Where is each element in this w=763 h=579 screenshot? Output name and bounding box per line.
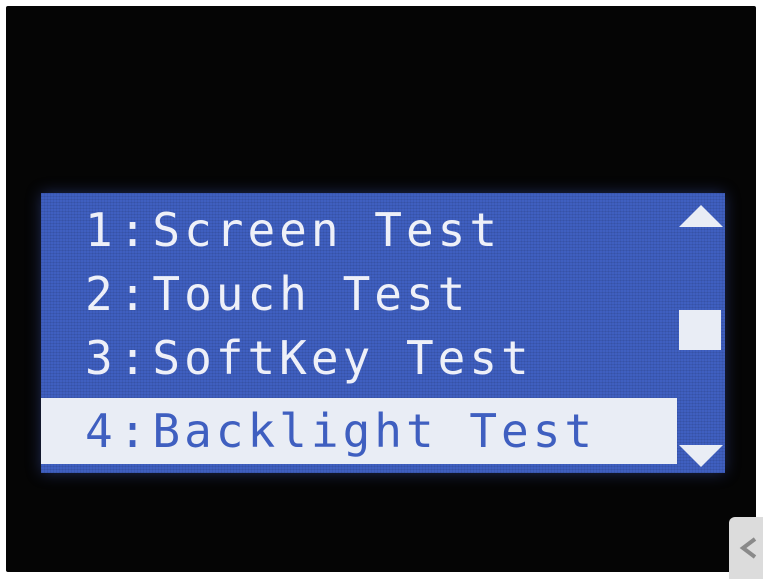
triangle-up-icon [679,205,723,227]
menu-item-screen-test[interactable]: 1: Screen Test [41,198,677,261]
menu-item-separator: : [118,202,151,257]
menu-item-number: 2 [85,266,117,321]
menu-item-softkey-test[interactable]: 3: SoftKey Test [41,326,677,389]
triangle-down-icon [679,445,723,467]
chevron-left-icon [739,537,757,559]
menu-item-backlight-test[interactable]: 4: Backlight Test [41,398,677,464]
corner-hardware-button[interactable] [729,517,763,579]
menu-item-number: 1 [85,202,117,257]
menu-item-number: 3 [85,330,117,385]
scroll-thumb[interactable] [679,310,721,350]
menu-item-number: 4 [85,404,117,458]
menu-item-separator: : [118,330,151,385]
menu-item-label: Touch Test [152,266,470,321]
menu-item-separator: : [118,266,151,321]
menu-item-touch-test[interactable]: 2: Touch Test [41,262,677,325]
lcd-screen: 1: Screen Test 2: Touch Test 3: SoftKey Tes… [41,193,725,473]
menu-item-label: Screen Test [152,202,502,257]
menu-item-label: SoftKey Test [152,330,533,385]
menu-item-separator: : [118,404,151,458]
scroll-down-button[interactable] [677,443,725,469]
menu-list: 1: Screen Test 2: Touch Test 3: SoftKey Tes… [41,198,677,465]
photo-frame: 1: Screen Test 2: Touch Test 3: SoftKey Tes… [0,0,763,579]
scrollbar[interactable] [677,193,725,473]
scroll-up-button[interactable] [677,203,725,229]
menu-item-label: Backlight Test [152,404,597,458]
